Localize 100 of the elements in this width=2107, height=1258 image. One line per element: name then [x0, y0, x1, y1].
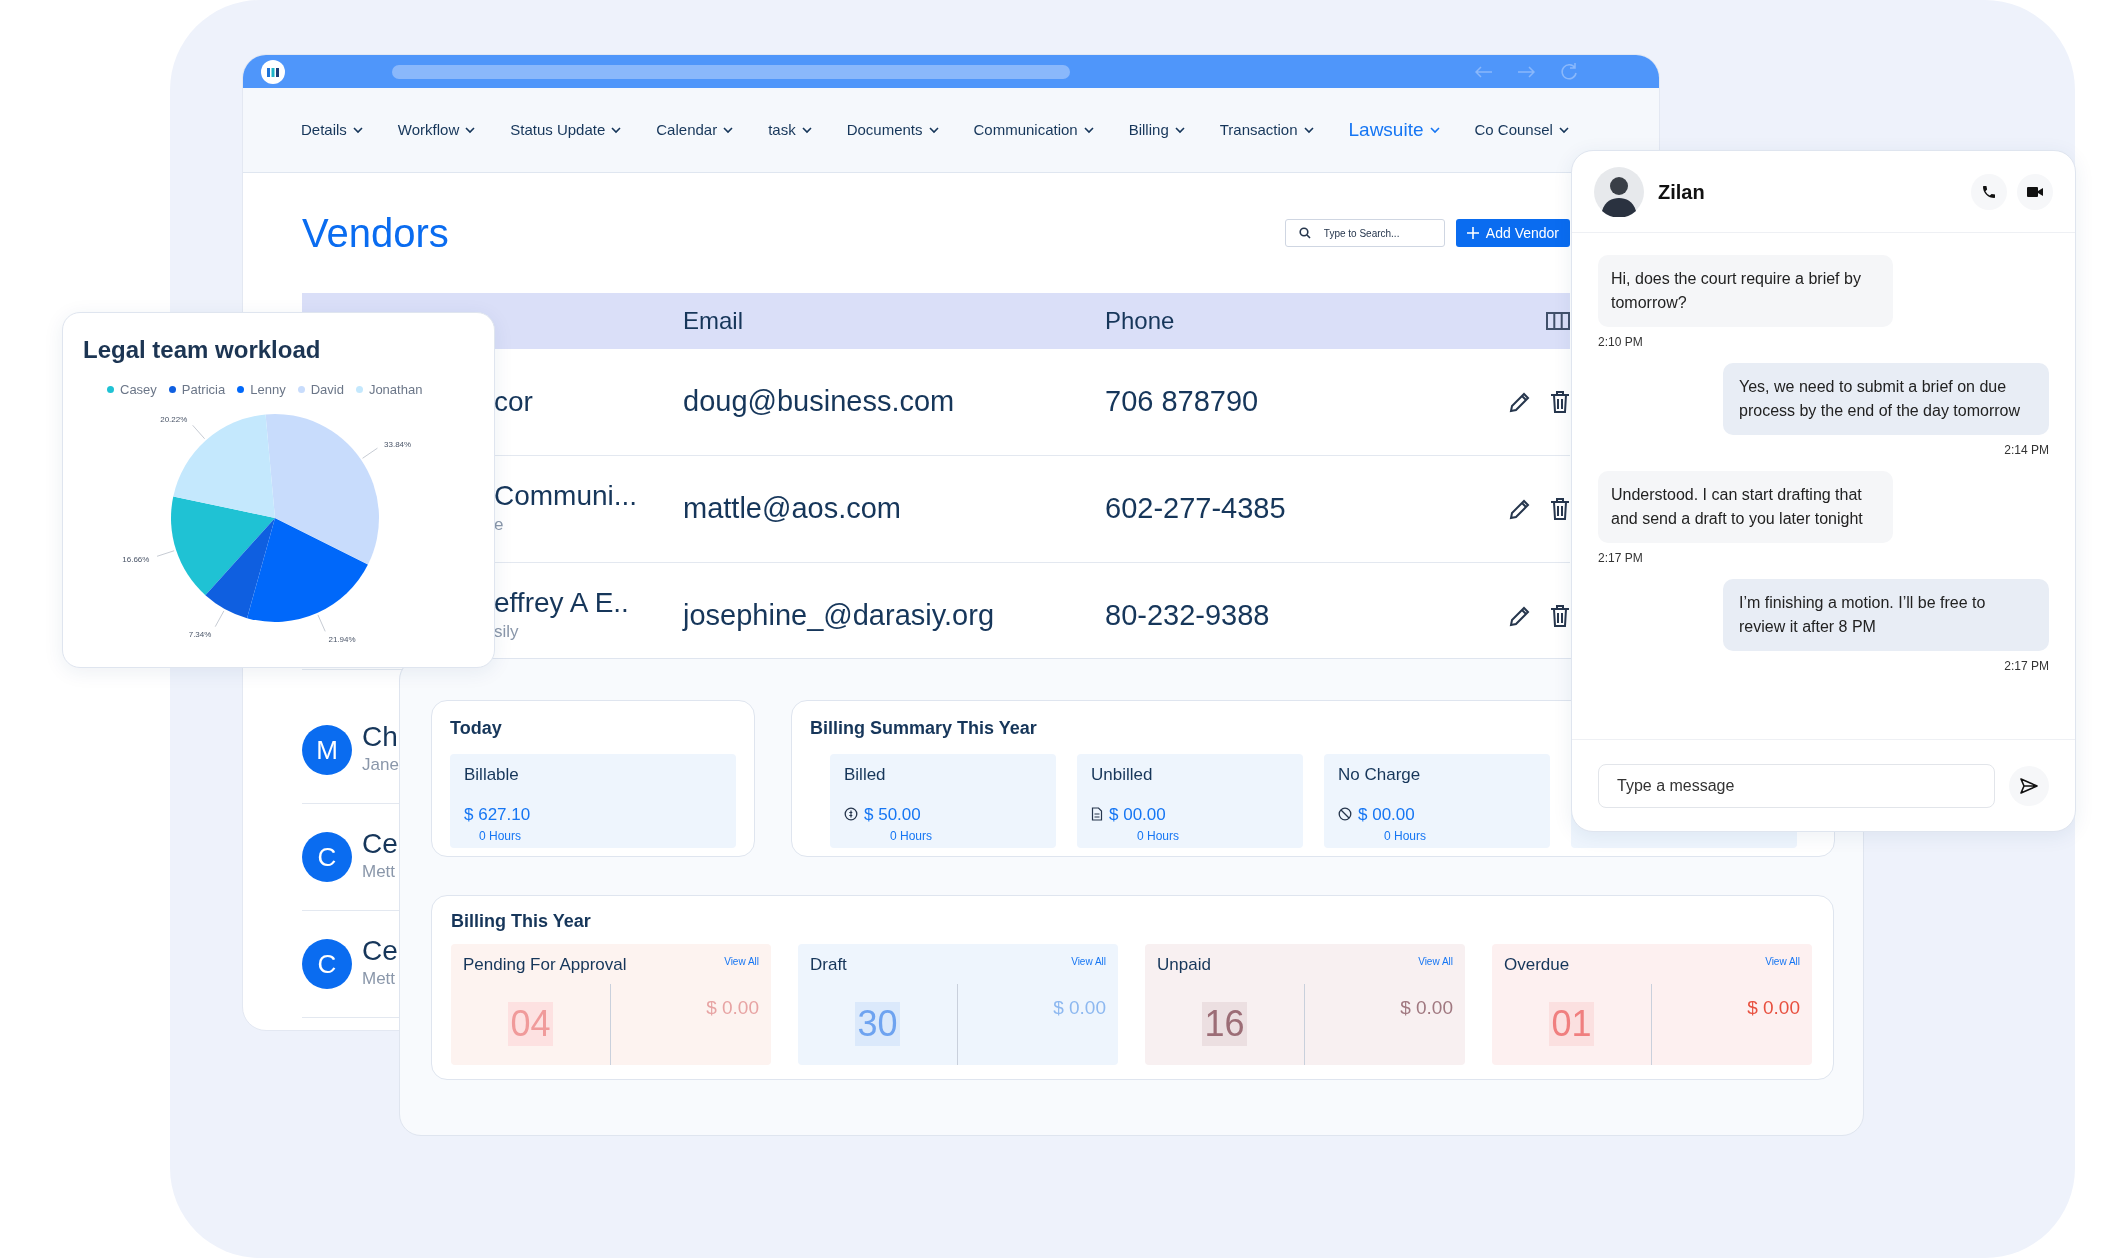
slice-label: 7.34%: [188, 629, 212, 639]
chevron-down-icon: [465, 126, 476, 134]
tile-label: Pending For Approval: [463, 954, 627, 976]
outgoing-message: I’m finishing a motion. I’ll be free to review it after 8 PM: [1723, 579, 2049, 651]
slice-label: 21.94%: [328, 634, 356, 644]
send-button[interactable]: [2009, 765, 2049, 806]
hours-text: 0 Hours: [889, 828, 934, 845]
table-cell-text: cor: [494, 386, 534, 418]
nav-tab[interactable]: Workflow: [397, 118, 476, 142]
count-badge: 01: [1549, 1002, 1594, 1047]
edit-icon[interactable]: [1508, 390, 1532, 414]
column-header: Email: [683, 306, 744, 336]
table-cell-text: e: [494, 514, 505, 537]
chevron-down-icon: [1174, 126, 1185, 134]
amount-text: $ 00.00: [1358, 803, 1415, 826]
leader-line: [214, 609, 225, 627]
chevron-down-icon: [352, 126, 363, 134]
count-badge: 16: [1202, 1002, 1247, 1047]
nav-tab[interactable]: Communication: [973, 118, 1094, 142]
view-all-link[interactable]: View All: [1071, 952, 1106, 969]
message-time: 2:14 PM: [2004, 442, 2049, 459]
tile-label: No Charge: [1338, 764, 1422, 786]
amount-text: $ 0.00: [1747, 995, 1800, 1020]
contact-name: Ce: [362, 829, 398, 860]
avatar-icon: [1594, 166, 1644, 217]
chevron-down-icon: [1303, 126, 1314, 134]
nav-tab[interactable]: Co Counsel: [1474, 118, 1569, 142]
legend-label: Patricia: [181, 381, 226, 399]
columns-icon[interactable]: [1546, 312, 1570, 330]
tile-label: Billed: [844, 764, 887, 786]
tile-label: Billable: [464, 764, 520, 786]
delete-icon[interactable]: [1550, 604, 1570, 628]
message-time: 2:17 PM: [2004, 658, 2049, 675]
table-cell-text: josephine_@darasiy.org: [683, 598, 996, 634]
chevron-down-icon: [611, 126, 622, 134]
avatar: M: [302, 725, 352, 775]
legend-label: Jonathan: [368, 381, 423, 399]
nav-tab[interactable]: Calendar: [656, 118, 734, 142]
count-badge: 30: [855, 1002, 900, 1047]
column-header: Phone: [1105, 306, 1176, 336]
amount-text: $ 50.00: [864, 803, 921, 826]
delete-icon[interactable]: [1550, 390, 1570, 414]
legend-label: Lenny: [250, 381, 286, 399]
card-title: Billing This Year: [451, 910, 592, 933]
view-all-link[interactable]: View All: [1765, 952, 1800, 969]
leader-line: [362, 447, 378, 459]
outgoing-message: Yes, we need to submit a brief on due process by the end of the day tomorrow: [1723, 363, 2049, 435]
nav-tab[interactable]: Billing: [1128, 118, 1185, 142]
slice-label: 16.66%: [122, 554, 150, 564]
nav-tab[interactable]: Details: [301, 118, 363, 142]
amount-text: $ 0.00: [706, 995, 759, 1020]
no-charge-icon: [1338, 807, 1352, 822]
chevron-down-icon: [1083, 126, 1094, 134]
table-cell-text: effrey A E..: [494, 587, 630, 620]
slice-label: 20.22%: [160, 414, 188, 424]
avatar: C: [302, 832, 352, 882]
hours-text: 0 Hours: [1383, 828, 1428, 845]
add-vendor-button[interactable]: Add Vendor: [1455, 219, 1570, 247]
nav-tab[interactable]: Transaction: [1219, 118, 1314, 142]
document-icon: [1091, 807, 1103, 822]
legend-label: Casey: [120, 381, 157, 399]
leader-line: [156, 549, 175, 557]
page-title: Vendors: [302, 210, 449, 257]
logo-icon: [261, 59, 285, 84]
contact-subtitle: Jane: [362, 754, 399, 777]
card-title: Billing Summary This Year: [810, 717, 1038, 740]
nav-tab[interactable]: Documents: [846, 118, 939, 142]
amount-text: $ 627.10: [464, 803, 531, 826]
contact-subtitle: Mett: [362, 968, 397, 991]
view-all-link[interactable]: View All: [724, 952, 759, 969]
coin-icon: [844, 807, 858, 822]
delete-icon[interactable]: [1550, 497, 1570, 521]
phone-icon: [1981, 183, 1997, 200]
chevron-down-icon: [1429, 126, 1440, 134]
amount-text: $ 00.00: [1109, 803, 1166, 826]
chevron-down-icon: [928, 126, 939, 134]
incoming-message: Understood. I can start drafting that and send a draft to you later tonight: [1598, 471, 1893, 543]
view-all-link[interactable]: View All: [1418, 952, 1453, 969]
contact-subtitle: Mett: [362, 861, 397, 884]
plus-icon: [1466, 227, 1479, 239]
message-field[interactable]: Type a message: [1598, 763, 1996, 808]
video-camera-icon: [2026, 184, 2044, 199]
table-cell-text: mattle@aos.com: [683, 491, 902, 527]
nav-tab[interactable]: Status Update: [510, 118, 622, 142]
leader-line: [192, 424, 206, 439]
slice-label: 33.84%: [384, 439, 412, 449]
nav-tab[interactable]: Lawsuite: [1348, 115, 1440, 145]
chevron-down-icon: [801, 126, 812, 134]
video-call-button[interactable]: [2017, 173, 2053, 210]
tile-label: Draft: [810, 954, 847, 976]
search-field[interactable]: Type to Search...: [1284, 219, 1445, 247]
edit-icon[interactable]: [1508, 604, 1532, 628]
contact-name: Zilan: [1658, 179, 1705, 205]
message-time: 2:10 PM: [1598, 334, 1643, 351]
table-cell-text: sily: [494, 621, 520, 644]
leader-line: [317, 613, 326, 632]
call-button[interactable]: [1971, 173, 2007, 210]
edit-icon[interactable]: [1508, 497, 1532, 521]
incoming-message: Hi, does the court require a brief by tomorrow?: [1598, 255, 1893, 327]
nav-tab[interactable]: task: [768, 118, 812, 142]
